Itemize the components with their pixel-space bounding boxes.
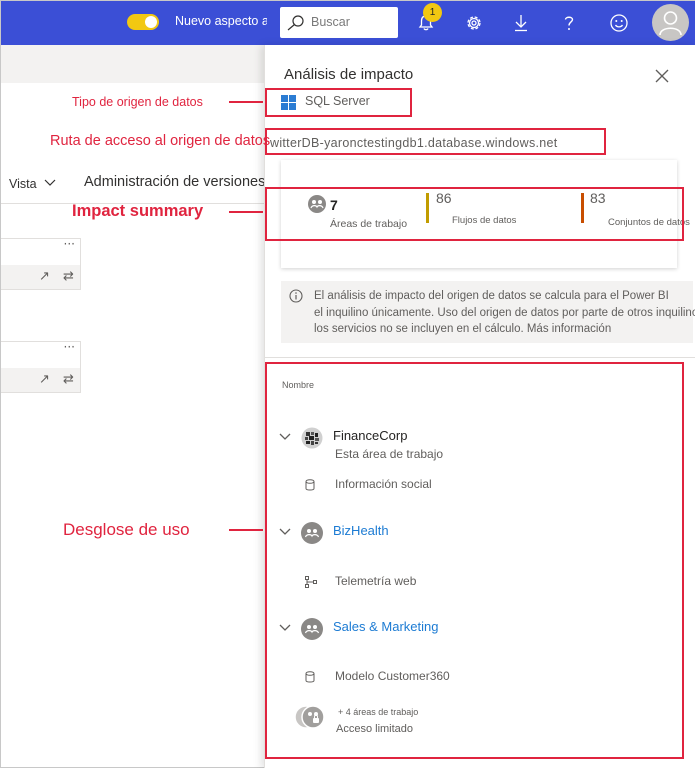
annotation-box-impact-summary [265,187,684,241]
download-icon[interactable] [511,13,531,33]
chevron-down-icon [44,179,56,186]
search-icon [287,15,304,31]
annotation-box-source-type [265,88,412,117]
expand-arrow-icon[interactable]: ↗ [39,372,50,387]
top-bar: Nuevo aspecto a Buscar 1 [1,1,695,45]
close-icon[interactable] [655,69,669,83]
background-header-strip [1,45,264,83]
annotation-source-path: Ruta de acceso al origen de datos [50,133,271,149]
user-silhouette-icon [659,11,682,36]
info-icon [289,289,303,303]
background-tile[interactable]: ··· ↗ ⇄ [1,340,81,393]
tile-footer: ↗ ⇄ [1,265,80,289]
expand-arrow-icon[interactable]: ↗ [39,269,50,284]
new-look-toggle[interactable] [127,14,159,30]
panel-title: Análisis de impacto [284,66,414,83]
annotation-usage-breakdown: Desglose de uso [63,520,190,539]
settings-gear-icon[interactable] [464,13,484,33]
info-line-2: el inquilino únicamente. Uso del origen … [314,306,695,319]
notification-badge: 1 [423,3,442,22]
background-tile[interactable]: ··· ↗ ⇄ [1,237,81,290]
swap-icon[interactable]: ⇄ [63,372,74,387]
new-look-label: Nuevo aspecto a [175,14,267,28]
annotation-box-source-path [265,128,606,155]
info-line-3[interactable]: los servicios no se incluyen en el cálcu… [314,321,695,338]
annotation-arrow [229,529,263,531]
more-options-icon[interactable]: ··· [64,237,75,251]
annotation-box-usage-breakdown [265,362,684,759]
user-avatar[interactable] [652,4,689,41]
annotation-source-type: Tipo de origen de datos [72,95,203,109]
help-icon[interactable] [559,13,579,33]
search-placeholder: Buscar [311,15,350,29]
feedback-smiley-icon[interactable] [609,13,629,33]
tile-footer: ↗ ⇄ [1,368,80,392]
view-menu-label: Vista [9,177,37,191]
annotation-arrow [229,101,263,103]
version-management-menu[interactable]: Administración de versiones [84,174,265,190]
search-box[interactable]: Buscar [280,7,398,38]
divider [265,357,695,358]
annotation-arrow [229,211,263,213]
view-menu[interactable]: Vista [9,177,56,191]
swap-icon[interactable]: ⇄ [63,269,74,284]
info-message: El análisis de impacto del origen de dat… [281,281,695,343]
more-options-icon[interactable]: ··· [64,340,75,354]
annotation-impact-summary: Impact summary [72,202,204,220]
info-line-1: El análisis de impacto del origen de dat… [314,290,669,302]
